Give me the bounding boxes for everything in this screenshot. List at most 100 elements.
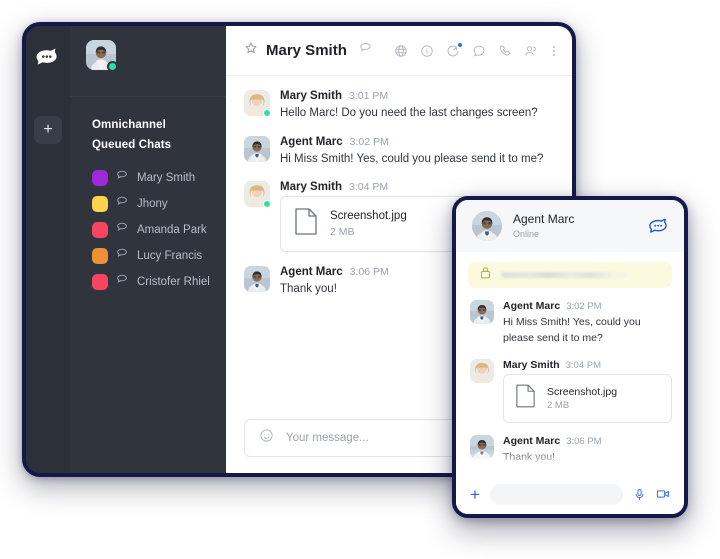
sidebar-user-avatar-row[interactable]: [70, 40, 226, 84]
chat-color-swatch: [92, 222, 108, 239]
plus-icon: +: [43, 121, 53, 138]
message-input-placeholder[interactable]: Your message...: [286, 432, 369, 444]
lock-icon: [480, 266, 491, 284]
avatar[interactable]: [472, 211, 502, 241]
message-item: Mary Smith 3:01 PM Hello Marc! Do you ne…: [244, 90, 556, 122]
presence-online-indicator: [263, 200, 271, 209]
video-camera-icon[interactable]: [656, 487, 670, 501]
message-author: Agent Marc: [280, 135, 343, 148]
message-timestamp: 3:02 PM: [349, 135, 389, 148]
chat-color-swatch: [92, 196, 108, 213]
chat-color-swatch: [92, 170, 108, 187]
widget-agent-name: Agent Marc: [513, 211, 575, 226]
balloon-icon: [116, 169, 129, 187]
kebab-menu-icon[interactable]: [550, 45, 558, 56]
balloon-icon: [116, 195, 129, 213]
message-meta: Mary Smith 3:01 PM: [280, 90, 556, 102]
file-icon: [295, 208, 317, 240]
widget-message-input[interactable]: [489, 483, 623, 505]
message-author: Mary Smith: [280, 181, 342, 194]
rocketchat-balloon-icon[interactable]: [648, 215, 670, 237]
message-author: Mary Smith: [503, 358, 560, 371]
presence-online-indicator: [107, 61, 118, 72]
attachment-info: Screenshot.jpg 2 MB: [547, 385, 617, 412]
message-body: Agent Marc 3:02 PM Hi Miss Smith! Yes, c…: [503, 300, 672, 347]
widget-agent-info: Agent Marc Online: [513, 212, 574, 240]
plus-icon[interactable]: +: [470, 486, 480, 503]
avatar[interactable]: [86, 40, 118, 72]
threads-icon[interactable]: [446, 42, 462, 58]
emoji-smiley-icon[interactable]: [259, 428, 274, 448]
attachment-size: 2 MB: [547, 399, 570, 411]
sidebar-item-label: Lucy Francis: [137, 250, 203, 263]
globe-icon[interactable]: [394, 44, 408, 58]
sidebar-item-label: Cristofer Rhiel: [137, 276, 210, 289]
message-timestamp: 3:04 PM: [349, 181, 389, 194]
marc-avatar-image: [470, 300, 494, 325]
message-item: Agent Marc 3:06 PM Thank you!: [470, 434, 672, 466]
page-title: Mary Smith: [266, 42, 347, 59]
sidebar-item-label: Amanda Park: [137, 224, 207, 237]
balloon-icon: [116, 247, 129, 265]
widget-message-list: Agent Marc 3:02 PM Hi Miss Smith! Yes, c…: [456, 290, 684, 474]
sidebar-item-jhony[interactable]: Jhony: [70, 191, 226, 217]
avatar[interactable]: [244, 90, 271, 117]
star-icon[interactable]: [244, 41, 258, 60]
phone-icon[interactable]: [498, 44, 512, 58]
message-author: Agent Marc: [280, 266, 343, 279]
rocketchat-logo-icon[interactable]: [35, 44, 61, 70]
discussion-icon[interactable]: [472, 44, 486, 58]
sidebar-section-title: Omnichannel Queued Chats: [92, 119, 172, 152]
chat-color-swatch: [92, 274, 108, 291]
create-new-button[interactable]: +: [34, 116, 62, 144]
message-meta: Agent Marc 3:06 PM: [503, 435, 602, 447]
attachment-name: Screenshot.jpg: [330, 210, 407, 223]
message-body: Agent Marc 3:06 PM Thank you!: [503, 435, 602, 466]
message-timestamp: 3:06 PM: [566, 435, 602, 447]
balloon-icon: [116, 221, 129, 239]
sidebar-item-cristofer-rhiel[interactable]: Cristofer Rhiel: [70, 269, 226, 295]
message-body: Mary Smith 3:01 PM Hello Marc! Do you ne…: [280, 90, 556, 122]
sidebar-item-amanda-park[interactable]: Amanda Park: [70, 217, 226, 243]
avatar[interactable]: [244, 135, 270, 162]
message-meta: Mary Smith 3:04 PM: [280, 181, 556, 193]
message-author: Mary Smith: [280, 90, 342, 102]
redacted-notice-text: [501, 272, 628, 279]
screenshot-stage: + Omnichannel Queued Chats Mary Smith Jh…: [0, 0, 720, 559]
microphone-icon[interactable]: [633, 488, 646, 501]
left-icon-rail: +: [26, 26, 70, 473]
avatar[interactable]: [244, 181, 271, 209]
sidebar-item-lucy-francis[interactable]: Lucy Francis: [70, 243, 226, 269]
mary-avatar-image: [470, 358, 494, 383]
presence-online-indicator: [263, 109, 271, 117]
attachment-name: Screenshot.jpg: [547, 385, 618, 398]
file-attachment[interactable]: Screenshot.jpg 2 MB: [503, 373, 672, 423]
message-timestamp: 3:02 PM: [566, 301, 602, 313]
message-item: Agent Marc 3:02 PM Hi Miss Smith! Yes, c…: [244, 135, 556, 168]
sidebar: Omnichannel Queued Chats Mary Smith Jhon…: [70, 26, 226, 473]
message-item: Mary Smith 3:04 PM Screenshot.jpg 2 MB: [470, 358, 672, 423]
marc-avatar-image: [244, 266, 270, 293]
message-text: Hi Miss Smith! Yes, could you please sen…: [503, 316, 641, 345]
header-actions: [394, 42, 558, 58]
message-timestamp: 3:06 PM: [349, 266, 389, 279]
widget-header: Agent Marc Online: [456, 200, 684, 252]
message-text: Thank you!: [503, 450, 555, 463]
encryption-notice-banner: [468, 262, 672, 289]
chat-color-swatch: [92, 248, 108, 265]
queued-chat-list: Mary Smith Jhony Amanda Park Lucy Franci…: [70, 159, 226, 295]
marc-avatar-image: [470, 434, 494, 459]
status-badge: Online: [513, 228, 540, 239]
sidebar-item-mary-smith[interactable]: Mary Smith: [70, 165, 226, 191]
info-circle-icon[interactable]: [420, 44, 434, 58]
message-body: Agent Marc 3:02 PM Hi Miss Smith! Yes, c…: [280, 136, 556, 168]
message-meta: Agent Marc 3:02 PM: [503, 300, 672, 312]
message-timestamp: 3:01 PM: [349, 90, 389, 102]
message-meta: Agent Marc 3:02 PM: [280, 136, 556, 148]
unread-badge-dot: [457, 42, 462, 47]
team-icon[interactable]: [524, 44, 538, 58]
avatar[interactable]: [244, 266, 270, 293]
sidebar-item-label: Mary Smith: [137, 172, 196, 185]
message-meta: Mary Smith 3:04 PM: [503, 359, 672, 371]
file-icon: [516, 384, 535, 413]
